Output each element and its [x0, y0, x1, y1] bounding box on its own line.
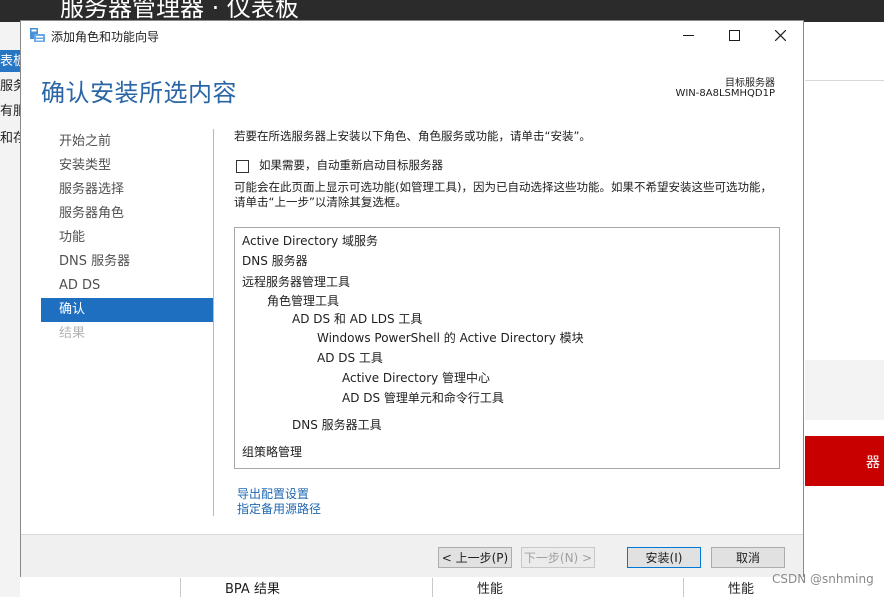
- page-title: 确认安装所选内容: [41, 79, 237, 107]
- list-item: DNS 服务器: [242, 254, 308, 268]
- close-button[interactable]: [757, 21, 803, 49]
- list-item: AD DS 和 AD LDS 工具: [292, 312, 423, 326]
- step-before-you-begin[interactable]: 开始之前: [41, 130, 213, 154]
- list-item: 组策略管理: [242, 445, 303, 459]
- list-item: Active Directory 管理中心: [342, 371, 491, 385]
- maximize-button[interactable]: [711, 21, 757, 49]
- sidebar-item-all-servers[interactable]: 有服务器: [0, 100, 20, 122]
- dialog-titlebar[interactable]: 添加角色和功能向导: [21, 21, 803, 49]
- performance-label-2: 性能: [728, 582, 755, 597]
- list-item: AD DS 管理单元和命令行工具: [342, 391, 504, 405]
- add-roles-wizard-dialog: 添加角色和功能向导 确认安装所选内容 目标服务器 WIN-8A8LSMHQD1P…: [20, 20, 804, 577]
- dashboard-tile-alert[interactable]: 器: [805, 436, 884, 486]
- dialog-title: 添加角色和功能向导: [51, 30, 160, 44]
- target-server-name: WIN-8A8LSMHQD1P: [675, 88, 775, 99]
- dashboard-tile-gray: [805, 360, 884, 420]
- previous-button[interactable]: < 上一步(P): [438, 547, 512, 568]
- step-dns-server[interactable]: DNS 服务器: [41, 250, 213, 274]
- close-icon: [774, 29, 786, 41]
- step-features[interactable]: 功能: [41, 226, 213, 250]
- wizard-steps-nav: 开始之前 安装类型 服务器选择 服务器角色 功能 DNS 服务器 AD DS 确…: [41, 130, 213, 346]
- watermark: CSDN @snhming: [772, 572, 874, 586]
- list-item: 远程服务器管理工具: [242, 275, 351, 289]
- minimize-icon: [682, 34, 694, 36]
- list-item: DNS 服务器工具: [292, 418, 382, 432]
- divider: [805, 80, 884, 81]
- list-item: Windows PowerShell 的 Active Directory 模块: [317, 331, 584, 345]
- sidebar-item-local-server[interactable]: 服务器: [0, 75, 20, 97]
- dashboard-right-panel: [805, 22, 884, 597]
- list-item: Active Directory 域服务: [242, 234, 379, 248]
- sidebar-item-dashboard[interactable]: 表板: [0, 50, 20, 72]
- auto-restart-label[interactable]: 如果需要，自动重新启动目标服务器: [259, 157, 443, 173]
- server-manager-titlebar: 服务器管理器 · 仪表板: [0, 0, 884, 22]
- step-installation-type[interactable]: 安装类型: [41, 154, 213, 178]
- performance-cell[interactable]: 性能: [432, 578, 663, 597]
- step-confirmation[interactable]: 确认: [41, 298, 213, 322]
- cancel-button[interactable]: 取消: [711, 547, 785, 568]
- install-instructions: 若要在所选服务器上安装以下角色、角色服务或功能，请单击“安装”。: [234, 129, 591, 143]
- dialog-footer: < 上一步(P) 下一步(N) > 安装(I) 取消: [21, 534, 803, 577]
- server-manager-title: 服务器管理器 · 仪表板: [60, 0, 299, 22]
- maximize-icon: [728, 29, 740, 41]
- step-ad-ds[interactable]: AD DS: [41, 274, 213, 298]
- bpa-results-label: BPA 结果: [225, 582, 280, 597]
- wizard-app-icon: [30, 28, 45, 42]
- alternate-source-link[interactable]: 指定备用源路径: [237, 500, 321, 517]
- step-server-roles[interactable]: 服务器角色: [41, 202, 213, 226]
- step-results: 结果: [59, 326, 86, 341]
- list-item: AD DS 工具: [317, 351, 383, 365]
- next-button[interactable]: 下一步(N) >: [521, 547, 595, 568]
- steps-divider: [213, 129, 214, 516]
- sidebar-item-file-storage[interactable]: 和存储服务: [0, 127, 20, 149]
- target-server-label: 目标服务器: [725, 78, 775, 89]
- performance-label: 性能: [477, 582, 504, 597]
- install-button[interactable]: 安装(I): [627, 547, 701, 568]
- list-item: 角色管理工具: [267, 294, 340, 308]
- step-server-selection[interactable]: 服务器选择: [41, 178, 213, 202]
- performance-cell-2[interactable]: 性能: [683, 578, 774, 597]
- selected-features-list[interactable]: Active Directory 域服务 DNS 服务器 远程服务器管理工具 角…: [234, 227, 780, 469]
- auto-restart-checkbox[interactable]: [236, 160, 249, 173]
- minimize-button[interactable]: [665, 21, 711, 49]
- bpa-results-cell[interactable]: BPA 结果: [180, 578, 411, 597]
- optional-features-note: 可能会在此页面上显示可选功能(如管理工具)，因为已自动选择这些功能。如果不希望安…: [234, 180, 772, 209]
- dashboard-tile-alert-label: 器: [866, 455, 880, 471]
